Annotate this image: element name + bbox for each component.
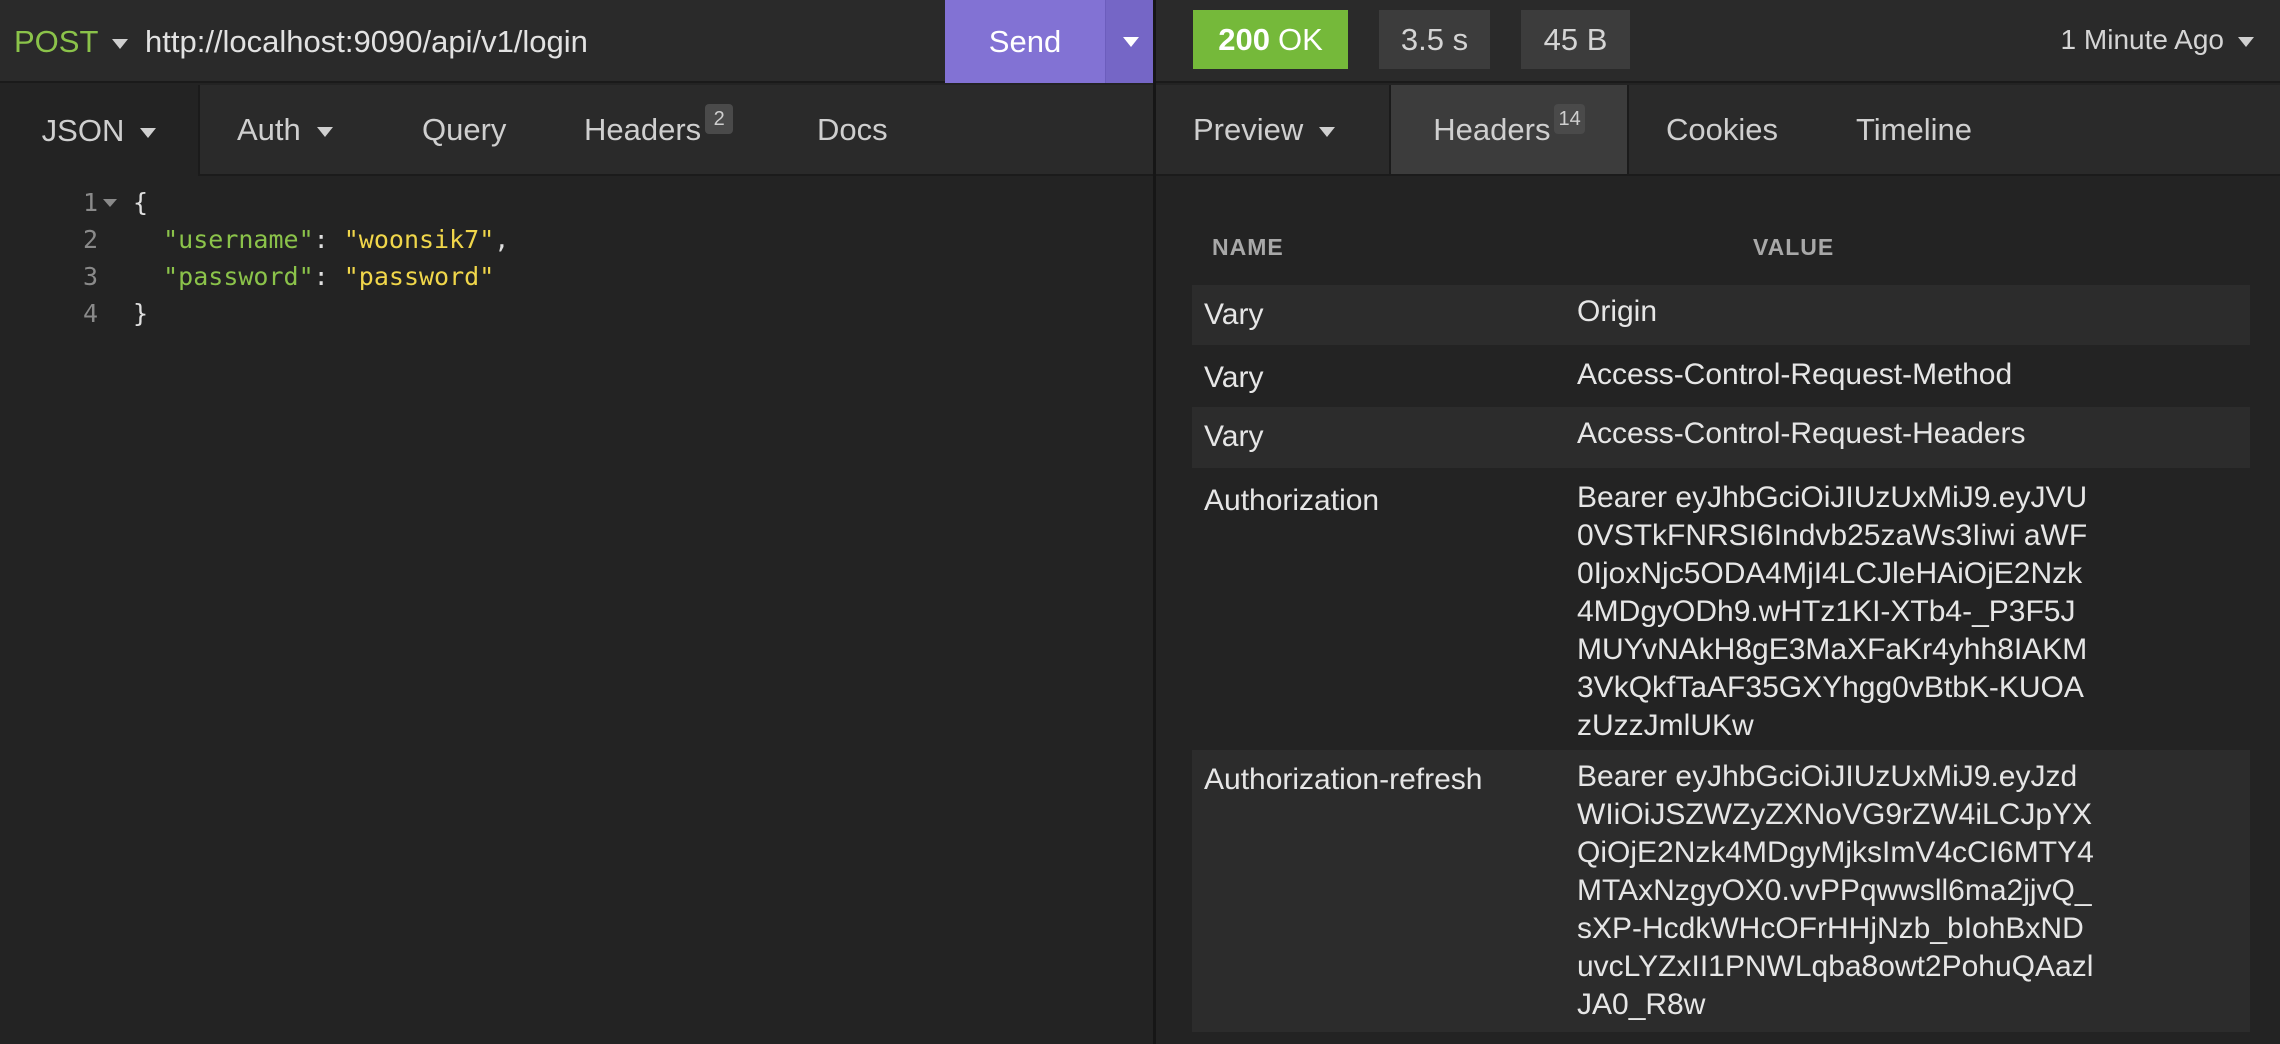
header-name: Vary [1204, 361, 1264, 394]
response-size-badge: 45 B [1521, 10, 1630, 69]
header-value: Access-Control-Request-Headers [1577, 417, 2026, 450]
table-row: Vary Origin [1192, 285, 2250, 345]
line-number: 3 [82, 262, 98, 291]
header-value: Bearer eyJhbGciOiJIUzUxMiJ9.eyJzdWIiOiJS… [1577, 760, 2094, 1021]
tab-label: Headers [584, 111, 702, 147]
received-time-label: 1 Minute Ago [2060, 24, 2224, 55]
fold-toggle-icon[interactable] [103, 199, 117, 207]
tab-label: Timeline [1856, 111, 1972, 147]
response-history-dropdown[interactable]: 1 Minute Ago [2061, 24, 2254, 56]
code-line: 4 } [0, 299, 1153, 336]
tab-label: Query [422, 111, 507, 147]
header-name: Authorization [1204, 484, 1380, 517]
chevron-down-icon [1122, 36, 1139, 47]
response-headers-table: NAME VALUE Vary Origin Vary Access-Contr… [1156, 178, 2280, 1044]
status-code: 200 [1218, 21, 1270, 57]
count-badge: 2 [705, 103, 734, 134]
code-line: 3 "password": "password" [0, 262, 1153, 299]
chevron-down-icon [1319, 126, 1336, 137]
tab-request-headers[interactable]: Headers 2 [584, 85, 734, 174]
json-colon: : [313, 225, 344, 254]
header-name: Vary [1204, 298, 1264, 331]
line-number: 1 [82, 188, 98, 217]
json-string: "woonsik7" [343, 225, 495, 254]
code-text: "username": "woonsik7", [133, 225, 509, 254]
send-button[interactable]: Send [945, 0, 1105, 83]
url-bar: POST http://localhost:9090/api/v1/login … [0, 0, 2280, 83]
json-key: "username" [163, 225, 314, 254]
tab-label: Preview [1193, 111, 1304, 147]
column-header-name: NAME [1212, 234, 1284, 260]
code-line: 1 { [0, 188, 1153, 225]
method-label: POST [14, 24, 99, 59]
code-text: "password": "password" [133, 262, 494, 291]
url-input[interactable]: http://localhost:9090/api/v1/login [145, 24, 588, 60]
line-number: 2 [82, 225, 98, 254]
tab-label: Docs [817, 111, 888, 147]
tab-timeline[interactable]: Timeline [1856, 85, 1972, 174]
status-text: OK [1277, 21, 1323, 57]
method-selector[interactable]: POST [14, 24, 129, 60]
request-tabbar: JSON Auth Query Headers 2 Docs [0, 85, 1153, 176]
send-options-button[interactable] [1105, 0, 1155, 83]
tab-cookies[interactable]: Cookies [1666, 85, 1778, 174]
code-line: 2 "username": "woonsik7", [0, 225, 1153, 262]
tab-response-headers[interactable]: Headers 14 [1389, 85, 1629, 174]
header-name: Vary [1204, 420, 1264, 453]
tab-auth[interactable]: Auth [237, 85, 333, 174]
header-value: Access-Control-Request-Method [1577, 358, 2013, 391]
count-badge: 14 [1554, 103, 1585, 134]
header-value: Origin [1577, 295, 1658, 328]
tab-label: Cookies [1666, 111, 1778, 147]
column-header-value: VALUE [1753, 234, 1835, 260]
chevron-down-icon [112, 39, 129, 49]
status-badge: 200 OK [1193, 10, 1348, 69]
json-string: "password" [343, 262, 495, 291]
tab-label: JSON [41, 112, 125, 148]
tab-docs[interactable]: Docs [817, 85, 888, 174]
json-comma: , [494, 225, 510, 254]
table-row: Authorization-refresh Bearer eyJhbGciOiJ… [1192, 750, 2250, 1032]
response-tabbar: Preview Headers 14 Cookies Timeline [1156, 85, 2280, 176]
line-number: 4 [82, 299, 98, 328]
tab-label: Auth [237, 111, 301, 147]
json-body-editor[interactable]: 1 { 2 "username": "woonsik7", 3 "passwor… [0, 178, 1153, 1044]
table-row: Vary Access-Control-Request-Headers [1192, 407, 2250, 468]
tab-json-body[interactable]: JSON [0, 85, 200, 176]
header-name: Authorization-refresh [1204, 763, 1483, 796]
tab-query[interactable]: Query [422, 85, 506, 174]
json-key: "password" [163, 262, 314, 291]
chevron-down-icon [140, 127, 157, 138]
table-row: Authorization Bearer eyJhbGciOiJIUzUxMiJ… [1192, 468, 2250, 750]
json-colon: : [313, 262, 344, 291]
response-time-badge: 3.5 s [1379, 10, 1490, 69]
chevron-down-icon [2238, 37, 2254, 47]
header-value: Bearer eyJhbGciOiJIUzUxMiJ9.eyJVU0VSTkFN… [1577, 481, 2088, 742]
tab-preview[interactable]: Preview [1193, 85, 1336, 174]
table-row: Vary Access-Control-Request-Method [1192, 345, 2250, 407]
chevron-down-icon [316, 126, 333, 137]
tab-label: Headers [1433, 111, 1551, 147]
code-text: { [133, 188, 149, 217]
code-text: } [133, 299, 149, 328]
